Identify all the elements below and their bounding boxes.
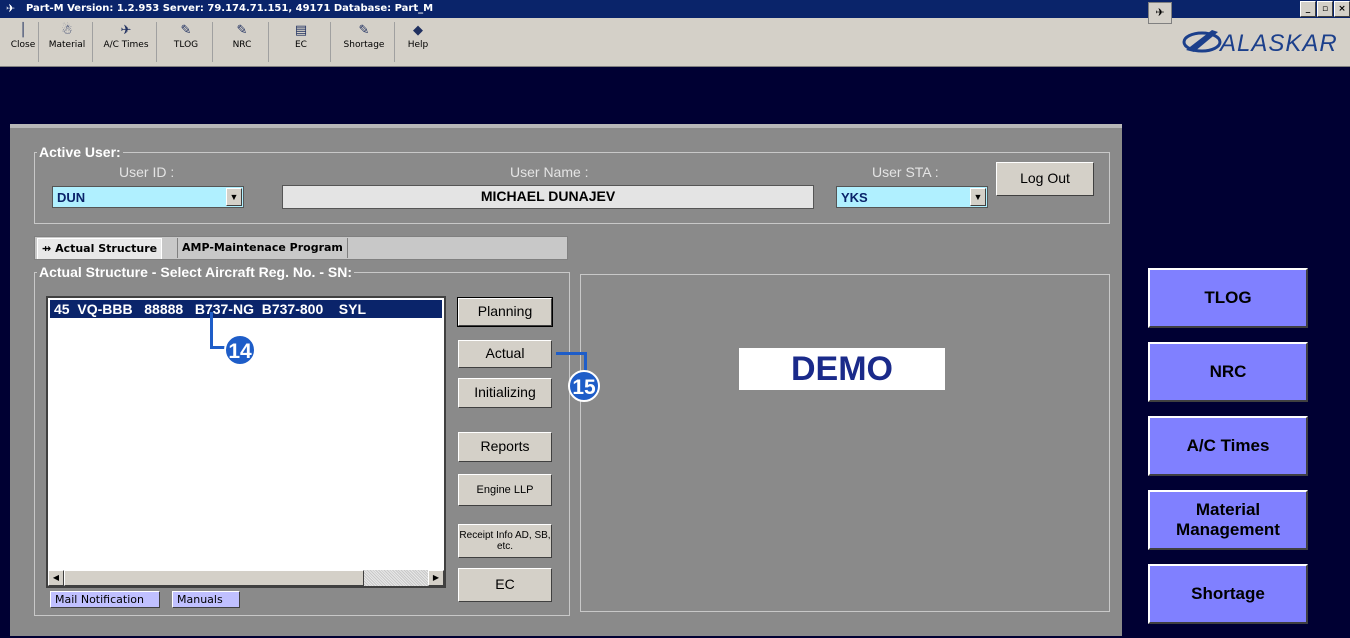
tab-amp-maintenance[interactable]: AMP-Maintenace Program [177, 238, 348, 258]
initializing-button[interactable]: Initializing [458, 378, 552, 408]
tlog-button[interactable]: ✎ TLOG [160, 22, 213, 62]
side-ac-times-button[interactable]: A/C Times [1148, 416, 1308, 476]
side-nrc-button[interactable]: NRC [1148, 342, 1308, 402]
user-name-label: User Name : [510, 164, 589, 180]
scroll-left-icon[interactable]: ◀ [48, 570, 64, 586]
close-button[interactable]: │ Close [8, 22, 39, 62]
scroll-right-icon[interactable]: ▶ [428, 570, 444, 586]
user-sta-label: User STA : [872, 164, 939, 180]
material-button[interactable]: ☃ Material [42, 22, 93, 62]
scroll-track[interactable] [364, 570, 428, 586]
ec-icon: ▤ [294, 23, 308, 38]
user-id-combo[interactable]: DUN ▼ [52, 186, 244, 208]
window-title: Part-M Version: 1.2.953 Server: 79.174.7… [26, 3, 434, 14]
toolbar: │ Close ☃ Material ✈ A/C Times ✎ TLOG ✎ … [0, 18, 1350, 67]
shortage-icon: ✎ [358, 23, 370, 38]
help-icon: ◆ [413, 23, 423, 38]
side-tlog-button[interactable]: TLOG [1148, 268, 1308, 328]
minimize-button[interactable]: _ [1300, 1, 1316, 17]
tab-actual-structure[interactable]: ⇸ Actual Structure [37, 238, 163, 259]
logo-swoosh-icon [1182, 30, 1222, 53]
ec-button[interactable]: ▤ EC [272, 22, 331, 62]
help-button[interactable]: ◆ Help [398, 22, 438, 62]
list-item[interactable]: 45 VQ-BBB 88888 B737-NG B737-800 SYL [50, 300, 442, 318]
window-controls: _ ▫ × [1300, 1, 1350, 17]
mail-notification-button[interactable]: Mail Notification [50, 591, 160, 608]
user-sta-value: YKS [841, 190, 868, 205]
door-exit-icon: │ [19, 23, 27, 38]
actual-structure-legend: Actual Structure - Select Aircraft Reg. … [39, 264, 352, 280]
callout-leader-15b [584, 352, 587, 372]
user-id-label: User ID : [119, 164, 175, 180]
close-window-button[interactable]: × [1334, 1, 1350, 17]
engine-llp-button[interactable]: Engine LLP [458, 474, 552, 506]
logout-button[interactable]: Log Out [996, 162, 1094, 196]
scroll-thumb[interactable] [64, 570, 364, 586]
app-icon: ✈ [6, 2, 16, 15]
active-user-group: Active User: [34, 144, 1110, 224]
material-icon: ☃ [61, 23, 73, 38]
preview-area [580, 274, 1110, 612]
tlog-icon: ✎ [180, 23, 192, 38]
aircraft-icon: ✈ [120, 23, 132, 38]
shortage-button[interactable]: ✎ Shortage [334, 22, 395, 62]
side-material-management-button[interactable]: Material Management [1148, 490, 1308, 550]
reports-button[interactable]: Reports [458, 432, 552, 462]
callout-leader-14 [210, 312, 213, 348]
user-name-field: MICHAEL DUNAJEV [282, 185, 814, 209]
callout-badge-15: 15 [568, 370, 600, 402]
side-shortage-button[interactable]: Shortage [1148, 564, 1308, 624]
actual-button[interactable]: Actual [458, 340, 552, 368]
aircraft-icon[interactable]: ✈ [1148, 2, 1172, 24]
ac-times-button[interactable]: ✈ A/C Times [96, 22, 157, 62]
structure-icon: ⇸ [42, 242, 52, 255]
planning-button[interactable]: Planning [457, 297, 553, 327]
active-user-legend: Active User: [39, 144, 121, 160]
receipt-info-button[interactable]: Receipt Info AD, SB, etc. [458, 524, 552, 558]
restore-button[interactable]: ▫ [1317, 1, 1333, 17]
user-id-value: DUN [57, 190, 86, 205]
logo-text: ALASKAR [1220, 30, 1338, 57]
horizontal-scrollbar[interactable]: ◀ ▶ [48, 570, 444, 586]
manuals-button[interactable]: Manuals [172, 591, 240, 608]
tab-strip: ⇸ Actual Structure AMP-Maintenace Progra… [34, 236, 568, 260]
company-logo: ALASKAR [1180, 22, 1350, 62]
callout-badge-14: 14 [224, 334, 256, 366]
user-sta-combo[interactable]: YKS ▼ [836, 186, 988, 208]
callout-leader-15 [556, 352, 586, 355]
nrc-button[interactable]: ✎ NRC [216, 22, 269, 62]
demo-label: DEMO [739, 348, 945, 390]
nrc-icon: ✎ [236, 23, 248, 38]
ec-action-button[interactable]: EC [458, 568, 552, 602]
chevron-down-icon[interactable]: ▼ [226, 188, 242, 206]
chevron-down-icon[interactable]: ▼ [970, 188, 986, 206]
